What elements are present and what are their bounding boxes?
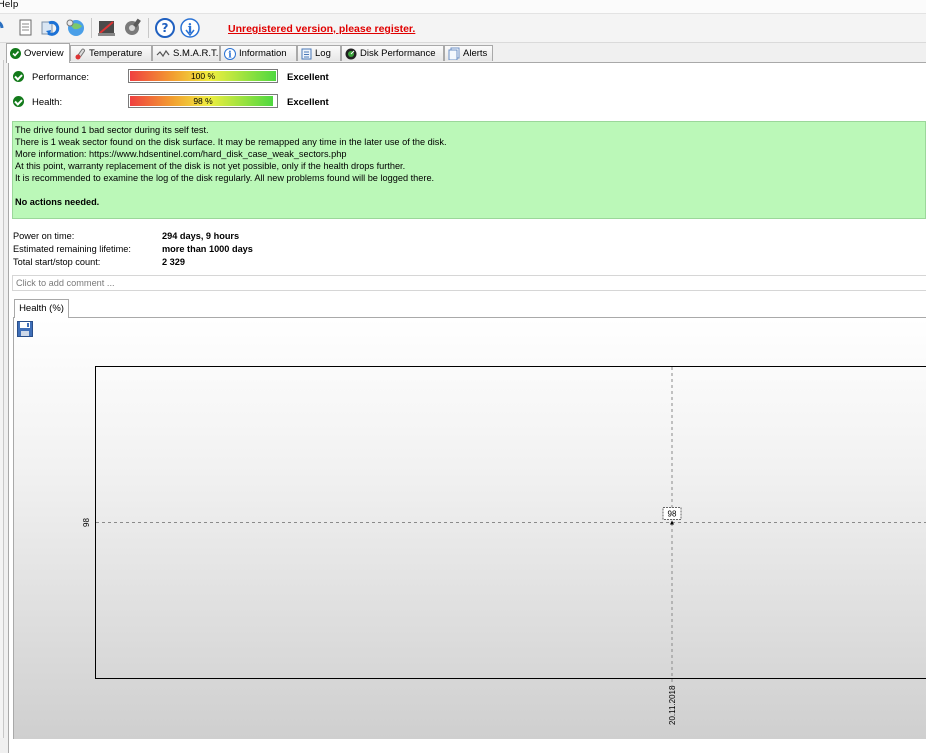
information-icon: i — [224, 48, 236, 60]
refresh-icon[interactable] — [40, 17, 62, 39]
refresh-partial-icon[interactable] — [0, 17, 10, 39]
smart-icon — [156, 49, 170, 59]
toolbar: ? i Unregistered version, please registe… — [0, 14, 926, 43]
lifetime-label: Estimated remaining lifetime: — [13, 244, 131, 254]
alerts-icon — [448, 47, 460, 60]
health-percent: 98 % — [129, 96, 277, 106]
wrench-icon[interactable] — [121, 17, 143, 39]
message-line: At this point, warranty replacement of t… — [15, 160, 923, 172]
left-splitter[interactable] — [0, 60, 4, 738]
tab-smart[interactable]: S.M.A.R.T. — [152, 45, 220, 61]
message-conclusion: No actions needed. — [15, 196, 923, 208]
tab-disk-performance-label: Disk Performance — [360, 48, 436, 59]
tab-overview[interactable]: Overview — [6, 43, 70, 63]
svg-text:?: ? — [162, 21, 169, 35]
tab-temperature-label: Temperature — [89, 48, 142, 59]
tab-log[interactable]: Log — [297, 45, 341, 61]
tab-alerts-label: Alerts — [463, 48, 487, 59]
message-line: There is 1 weak sector found on the disk… — [15, 136, 923, 148]
disk-performance-icon — [345, 48, 357, 60]
tab-temperature[interactable]: Temperature — [70, 45, 152, 61]
health-bar: 98 % — [128, 94, 278, 108]
performance-rating: Excellent — [287, 72, 329, 83]
tab-health-chart[interactable]: Health (%) — [14, 299, 69, 318]
check-icon — [10, 48, 21, 59]
power-on-value: 294 days, 9 hours — [162, 231, 239, 241]
save-icon[interactable] — [17, 321, 33, 337]
tab-smart-label: S.M.A.R.T. — [173, 48, 218, 59]
log-icon — [301, 48, 312, 60]
disk-tools-icon[interactable] — [96, 17, 118, 39]
menu-help[interactable]: Help — [0, 0, 19, 10]
message-line: It is recommended to examine the log of … — [15, 172, 923, 184]
update-icon[interactable]: i — [179, 17, 201, 39]
register-link[interactable]: Unregistered version, please register. — [228, 23, 415, 35]
performance-label: Performance: — [32, 72, 89, 83]
power-on-label: Power on time: — [13, 231, 74, 241]
performance-bar: 100 % — [128, 69, 278, 83]
toolbar-separator — [148, 18, 149, 38]
menu-bar: Help — [0, 0, 926, 14]
comment-field[interactable]: Click to add comment ... — [12, 275, 926, 291]
startstop-value: 2 329 — [162, 257, 185, 267]
message-line: The drive found 1 bad sector during its … — [15, 124, 923, 136]
lifetime-value: more than 1000 days — [162, 244, 253, 254]
health-rating: Excellent — [287, 97, 329, 108]
performance-status-icon — [13, 71, 24, 82]
health-status-icon — [13, 96, 24, 107]
tab-information-label: Information — [239, 48, 287, 59]
message-line: More information: https://www.hdsentinel… — [15, 148, 923, 160]
startstop-label: Total start/stop count: — [13, 257, 100, 267]
status-message-box: The drive found 1 bad sector during its … — [12, 121, 926, 219]
toolbar-separator — [91, 18, 92, 38]
performance-percent: 100 % — [129, 71, 277, 81]
report-icon[interactable] — [15, 17, 37, 39]
thermometer-icon — [74, 48, 86, 60]
tab-information[interactable]: i Information — [220, 45, 297, 61]
health-chart-panel — [13, 317, 926, 739]
help-icon[interactable]: ? — [154, 17, 176, 39]
tab-alerts[interactable]: Alerts — [444, 45, 493, 61]
health-label: Health: — [32, 97, 62, 108]
svg-text:i: i — [228, 50, 232, 60]
tab-disk-performance[interactable]: Disk Performance — [341, 45, 444, 61]
network-icon[interactable] — [65, 17, 87, 39]
tab-log-label: Log — [315, 48, 331, 59]
tab-overview-label: Overview — [24, 48, 64, 59]
